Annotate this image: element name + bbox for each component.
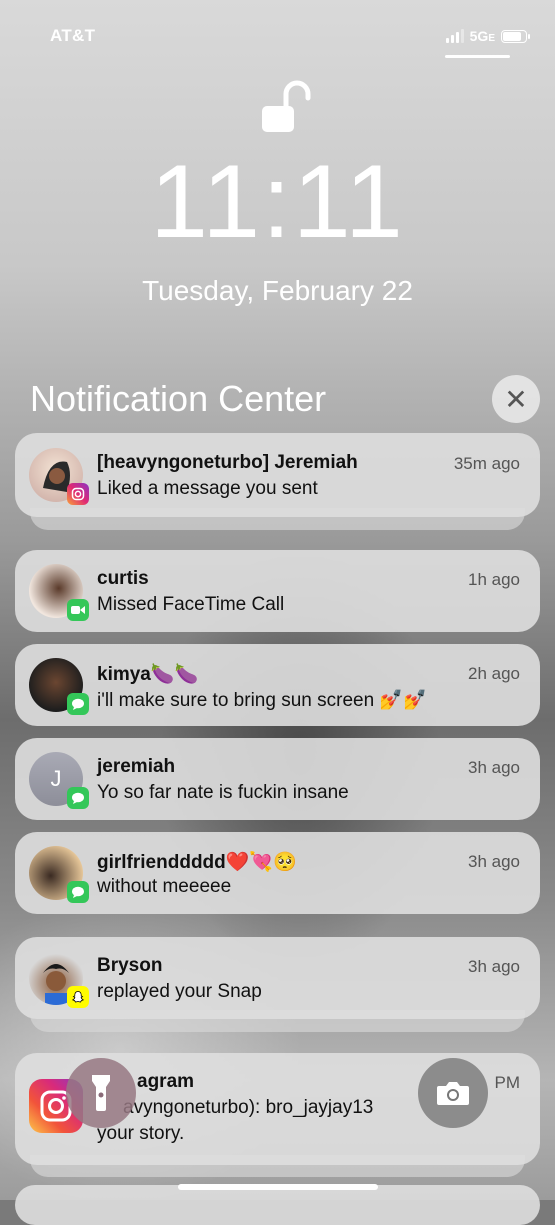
notification-card[interactable]: Bryson replayed your Snap 3h ago bbox=[15, 937, 540, 1019]
notification-title: kimya🍆🍆 bbox=[97, 664, 199, 685]
flashlight-button[interactable] bbox=[66, 1058, 136, 1128]
clear-notifications-button[interactable]: ✕ bbox=[492, 375, 540, 423]
notification-time: PM bbox=[494, 1073, 521, 1092]
camera-button[interactable] bbox=[418, 1058, 488, 1128]
carrier-name: AT&T bbox=[50, 26, 96, 45]
messages-icon bbox=[67, 787, 89, 809]
notification-title: curtis bbox=[97, 568, 149, 589]
notification-title: agram bbox=[137, 1071, 195, 1092]
notification-title: Bryson bbox=[97, 955, 163, 976]
notification-time: 3h ago bbox=[468, 758, 520, 777]
notification-body: avyngoneturbo): bro_jayjay13 bbox=[123, 1097, 374, 1118]
notification-title: jeremiah bbox=[97, 756, 176, 777]
notification-title: girlfrienddddd❤️💘🥺 bbox=[97, 852, 297, 873]
lock-screen-time: 11:11 bbox=[150, 144, 405, 260]
status-icons: 5GE bbox=[445, 28, 530, 44]
notification-body: Missed FaceTime Call bbox=[97, 594, 285, 615]
notification-body: Liked a message you sent bbox=[97, 478, 318, 499]
notification-card[interactable]: curtis Missed FaceTime Call 1h ago bbox=[15, 550, 540, 632]
notification-title: [heavyngoneturbo] Jeremiah bbox=[97, 452, 358, 473]
battery-icon bbox=[501, 29, 530, 43]
notification-time: 2h ago bbox=[468, 664, 520, 683]
flashlight-icon bbox=[92, 1075, 110, 1111]
notification-body: replayed your Snap bbox=[97, 981, 262, 1002]
notification-body: without meeeee bbox=[97, 876, 232, 897]
control-center-hint[interactable] bbox=[445, 55, 510, 58]
unlocked-padlock-icon bbox=[262, 80, 311, 132]
camera-icon bbox=[437, 1082, 469, 1105]
status-bar: AT&T 5GE bbox=[0, 24, 555, 54]
notification-body: Yo so far nate is fuckin insane bbox=[97, 782, 349, 803]
instagram-icon bbox=[67, 483, 89, 505]
facetime-icon bbox=[67, 599, 89, 621]
notification-card[interactable]: girlfrienddddd❤️💘🥺 without meeeee 3h ago bbox=[15, 832, 540, 914]
notification-time: 3h ago bbox=[468, 852, 520, 871]
notification-card[interactable]: [heavyngoneturbo] Jeremiah Liked a messa… bbox=[15, 433, 540, 517]
messages-icon bbox=[67, 693, 89, 715]
notification-card[interactable] bbox=[15, 1185, 540, 1225]
notification-time: 35m ago bbox=[453, 454, 520, 473]
notification-time: 3h ago bbox=[468, 957, 520, 976]
close-icon: ✕ bbox=[504, 383, 528, 415]
notification-card[interactable]: kimya🍆🍆 i'll make sure to bring sun scre… bbox=[15, 644, 540, 726]
messages-icon bbox=[67, 881, 89, 903]
network-type: 5GE bbox=[469, 28, 495, 44]
snapchat-icon bbox=[67, 986, 89, 1008]
notification-body: i'll make sure to bring sun screen 💅💅 bbox=[97, 690, 427, 711]
notification-card[interactable]: J jeremiah Yo so far nate is fuckin insa… bbox=[15, 738, 540, 820]
lock-screen-date: Tuesday, February 22 bbox=[142, 275, 413, 306]
notification-center-title: Notification Center bbox=[30, 378, 327, 419]
home-indicator[interactable] bbox=[178, 1184, 378, 1190]
signal-strength-icon bbox=[445, 29, 464, 43]
notification-time: 1h ago bbox=[468, 570, 520, 589]
